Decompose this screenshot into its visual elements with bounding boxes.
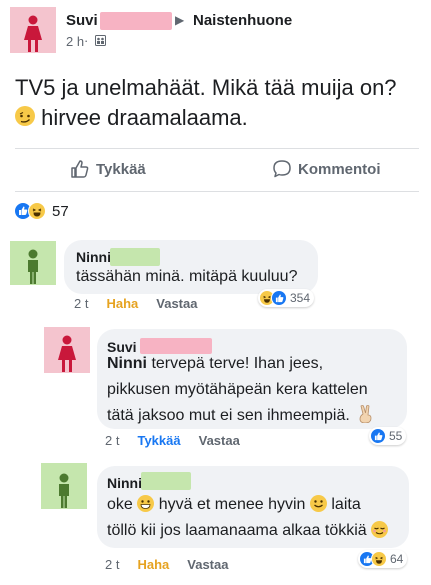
comment-text: Ninni tervepä terve! Ihan jees, pikkusen…: [107, 351, 397, 429]
person-silhouette-icon: [24, 15, 42, 52]
comment-timestamp[interactable]: 2 t: [105, 557, 119, 572]
haha-reaction-icon: [28, 202, 46, 220]
victory-hand-icon: [359, 405, 372, 424]
haha-button[interactable]: Haha: [106, 296, 138, 311]
comment-author-name[interactable]: Ninni: [76, 249, 111, 265]
comment-reaction-count: 354: [290, 291, 311, 305]
separator-dot: ·: [84, 33, 89, 48]
haha-reaction-icon: [371, 551, 387, 567]
comment-author-avatar[interactable]: [44, 327, 90, 373]
person-silhouette-icon: [59, 473, 69, 508]
redacted-name: [141, 472, 191, 490]
comment-reaction-count: 64: [390, 552, 404, 566]
post-reaction-count[interactable]: 57: [52, 203, 69, 220]
comment-author-avatar[interactable]: [41, 463, 87, 509]
haha-button[interactable]: Haha: [137, 557, 169, 572]
reply-button[interactable]: Vastaa: [156, 296, 197, 311]
smirk-emoji-icon: [15, 106, 35, 126]
reply-button[interactable]: Vastaa: [187, 557, 228, 572]
post-text-line: hirvee draamalaama.: [41, 105, 248, 130]
comment-text: oke hyvä et menee hyvin laita töllö kii …: [107, 492, 407, 544]
comment-actions: 2 t Tykkää Vastaa: [105, 433, 240, 448]
like-button[interactable]: Tykkää: [70, 159, 146, 179]
like-button-label: Tykkää: [96, 160, 146, 178]
comment-author-avatar[interactable]: [10, 241, 56, 285]
divider: [15, 148, 419, 149]
thumbs-up-icon: [71, 160, 89, 178]
comment-text-line: pikkusen myötähäpeän kera kattelen: [107, 381, 368, 398]
comment-button[interactable]: Kommentoi: [272, 159, 381, 179]
comment-timestamp[interactable]: 2 t: [105, 433, 119, 448]
post-reactions[interactable]: [14, 202, 46, 220]
comment-text-line: laita: [331, 496, 361, 513]
group-name-link[interactable]: Naistenhuone: [193, 12, 292, 29]
group-audience-icon: [95, 35, 106, 46]
comment-button-label: Kommentoi: [298, 160, 381, 178]
comment-timestamp[interactable]: 2 t: [74, 296, 88, 311]
grin-emoji-icon: [137, 495, 155, 512]
comment-text-line: tätä jaksoo mut ei sen ihmeempiä.: [107, 407, 350, 424]
reply-button[interactable]: Vastaa: [199, 433, 240, 448]
post-text: TV5 ja unelmahäät. Mikä tää muija on? hi…: [15, 73, 425, 133]
comment-text-line: oke: [107, 496, 133, 513]
post-author-avatar[interactable]: [10, 7, 56, 53]
group-arrow-icon: ▶: [175, 13, 185, 27]
comment-actions: 2 t Haha Vastaa: [105, 557, 228, 572]
like-reaction-icon: [271, 290, 287, 306]
comment-text-line: hyvä et menee hyvin: [158, 496, 306, 513]
post-timestamp[interactable]: 2 h: [66, 34, 84, 49]
divider: [15, 191, 419, 192]
comment-reaction-count: 55: [389, 429, 403, 443]
post-text-line: TV5 ja unelmahäät. Mikä tää muija on?: [15, 75, 397, 100]
comment-author-name[interactable]: Ninni: [107, 475, 142, 491]
comment-bubble-icon: [273, 160, 291, 178]
comment-actions: 2 t Haha Vastaa: [74, 296, 197, 311]
comment-reactions[interactable]: 354: [258, 289, 315, 307]
like-button[interactable]: Tykkää: [137, 433, 180, 448]
redacted-name: [100, 12, 172, 30]
post-author-name[interactable]: Suvi: [66, 12, 98, 29]
person-silhouette-icon: [58, 335, 76, 372]
relieved-emoji-icon: [371, 521, 389, 538]
comment-text-line: töllö kii jos laamanaama alkaa tökkiä: [107, 522, 367, 539]
person-silhouette-icon: [28, 249, 38, 284]
comment-reactions[interactable]: 64: [358, 550, 408, 568]
comment-text-line: tervepä terve! Ihan jees,: [151, 355, 324, 372]
smile-emoji-icon: [309, 495, 327, 512]
mention-link[interactable]: Ninni: [107, 355, 147, 372]
comment-text: tässähän minä. mitäpä kuuluu?: [76, 268, 298, 285]
comment-reactions[interactable]: 55: [369, 427, 407, 445]
like-reaction-icon: [370, 428, 386, 444]
